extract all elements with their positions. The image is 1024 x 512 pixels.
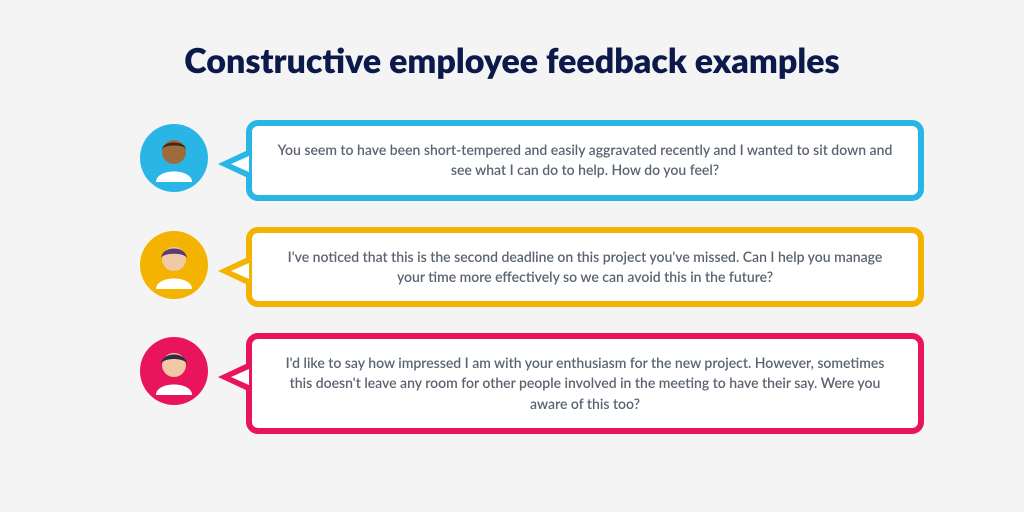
person-icon	[148, 345, 200, 397]
feedback-row: You seem to have been short-tempered and…	[140, 120, 924, 201]
feedback-text: I've noticed that this is the second dea…	[246, 227, 924, 308]
feedback-row: I've noticed that this is the second dea…	[140, 227, 924, 308]
person-icon	[148, 132, 200, 184]
page-root: Constructive employee feedback examples …	[0, 0, 1024, 512]
speech-bubble: I've noticed that this is the second dea…	[246, 227, 924, 308]
bubble-tail-inner	[231, 156, 249, 172]
person-icon	[148, 239, 200, 291]
bubble-list: You seem to have been short-tempered and…	[140, 120, 924, 460]
speech-bubble: You seem to have been short-tempered and…	[246, 120, 924, 201]
page-title: Constructive employee feedback examples	[0, 40, 1024, 81]
avatar-icon	[140, 337, 208, 405]
avatar-icon	[140, 231, 208, 299]
feedback-row: I'd like to say how impressed I am with …	[140, 333, 924, 434]
feedback-text: You seem to have been short-tempered and…	[246, 120, 924, 201]
bubble-tail-inner	[231, 369, 249, 385]
feedback-text: I'd like to say how impressed I am with …	[246, 333, 924, 434]
bubble-tail-inner	[231, 263, 249, 279]
avatar-icon	[140, 124, 208, 192]
speech-bubble: I'd like to say how impressed I am with …	[246, 333, 924, 434]
